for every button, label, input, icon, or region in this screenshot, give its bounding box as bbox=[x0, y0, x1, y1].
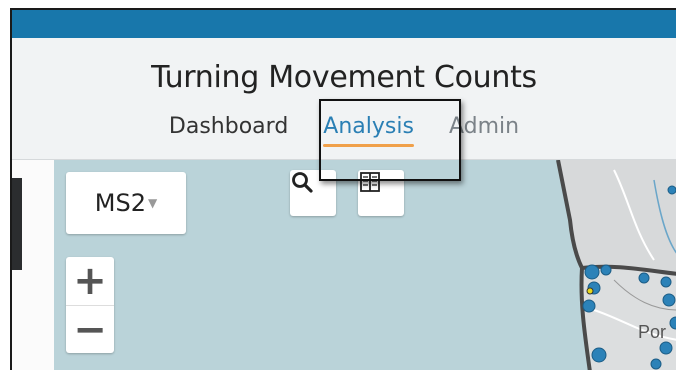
active-marker bbox=[586, 287, 594, 295]
count-marker bbox=[659, 341, 673, 355]
place-label: Por bbox=[638, 322, 666, 342]
search-icon bbox=[292, 172, 313, 193]
count-marker bbox=[584, 264, 600, 280]
count-marker bbox=[662, 293, 676, 307]
annotation-highlight bbox=[319, 99, 461, 181]
chevron-down-icon: ▼ bbox=[147, 196, 158, 210]
map-view[interactable]: Por MS2 ▼ + − bbox=[54, 160, 676, 370]
count-marker bbox=[660, 276, 672, 288]
count-marker bbox=[638, 272, 650, 284]
count-marker bbox=[582, 299, 596, 313]
count-marker bbox=[667, 185, 676, 195]
count-marker bbox=[591, 347, 607, 363]
content-area: Por MS2 ▼ + − bbox=[12, 160, 676, 370]
top-bar bbox=[12, 10, 676, 38]
layer-select-value: MS2 bbox=[94, 189, 146, 217]
app-window: Turning Movement Counts Dashboard Analys… bbox=[10, 8, 676, 370]
sidebar-panel bbox=[12, 160, 55, 370]
zoom-out-button[interactable]: − bbox=[66, 306, 114, 354]
count-marker bbox=[650, 358, 662, 370]
count-marker bbox=[600, 264, 612, 276]
layer-select[interactable]: MS2 ▼ bbox=[66, 172, 186, 234]
zoom-control: + − bbox=[66, 257, 114, 353]
nav-dashboard[interactable]: Dashboard bbox=[169, 114, 288, 139]
zoom-in-button[interactable]: + bbox=[66, 257, 114, 306]
sidebar-handle[interactable] bbox=[12, 178, 22, 270]
page-title: Turning Movement Counts bbox=[151, 60, 537, 95]
